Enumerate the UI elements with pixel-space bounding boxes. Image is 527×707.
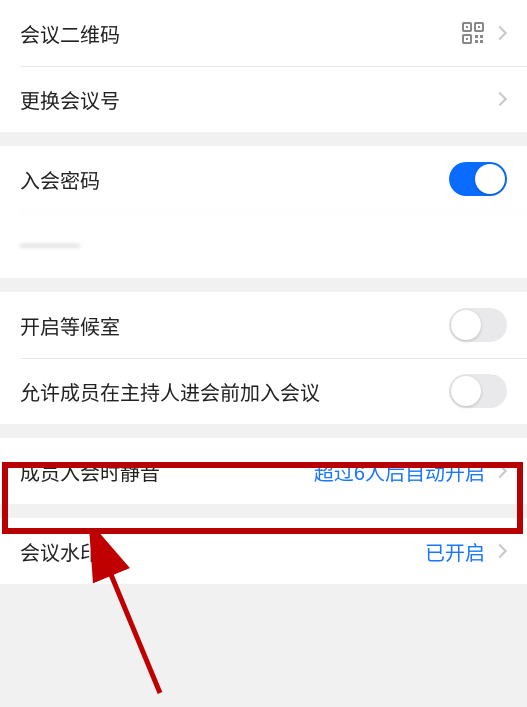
value-mute-on-join: 超过6人后自动开启 bbox=[314, 457, 485, 486]
chevron-right-icon bbox=[493, 26, 507, 40]
toggle-knob bbox=[451, 310, 481, 340]
row-meeting-watermark[interactable]: 会议水印 已开启 bbox=[0, 518, 527, 584]
row-hidden: ——— bbox=[0, 212, 527, 278]
chevron-right-icon bbox=[493, 464, 507, 478]
row-mute-on-join[interactable]: 成员入会时静音 超过6人后自动开启 bbox=[0, 438, 527, 504]
row-join-before-host: 允许成员在主持人进会前加入会议 bbox=[0, 358, 527, 424]
row-join-password: 入会密码 bbox=[0, 146, 527, 212]
row-right bbox=[461, 21, 507, 45]
toggle-waiting-room[interactable] bbox=[449, 308, 507, 342]
label-join-password: 入会密码 bbox=[20, 165, 100, 194]
label-waiting-room: 开启等候室 bbox=[20, 311, 120, 340]
label-hidden: ——— bbox=[20, 234, 80, 257]
row-waiting-room: 开启等候室 bbox=[0, 292, 527, 358]
chevron-right-icon bbox=[493, 544, 507, 558]
toggle-knob bbox=[451, 376, 481, 406]
label-qrcode: 会议二维码 bbox=[20, 19, 120, 48]
row-right bbox=[495, 94, 507, 104]
toggle-join-password[interactable] bbox=[449, 162, 507, 196]
toggle-knob bbox=[475, 164, 505, 194]
row-change-meeting-number[interactable]: 更换会议号 bbox=[0, 66, 527, 132]
label-join-before-host: 允许成员在主持人进会前加入会议 bbox=[20, 377, 320, 406]
chevron-right-icon bbox=[493, 92, 507, 106]
row-right: 已开启 bbox=[425, 537, 507, 566]
value-watermark: 已开启 bbox=[425, 537, 485, 566]
row-meeting-qrcode[interactable]: 会议二维码 bbox=[0, 0, 527, 66]
toggle-join-before-host[interactable] bbox=[449, 374, 507, 408]
row-right: 超过6人后自动开启 bbox=[314, 457, 507, 486]
label-change-number: 更换会议号 bbox=[20, 85, 120, 114]
qrcode-icon bbox=[461, 21, 485, 45]
label-watermark: 会议水印 bbox=[20, 537, 100, 566]
label-mute-on-join: 成员入会时静音 bbox=[20, 457, 160, 486]
